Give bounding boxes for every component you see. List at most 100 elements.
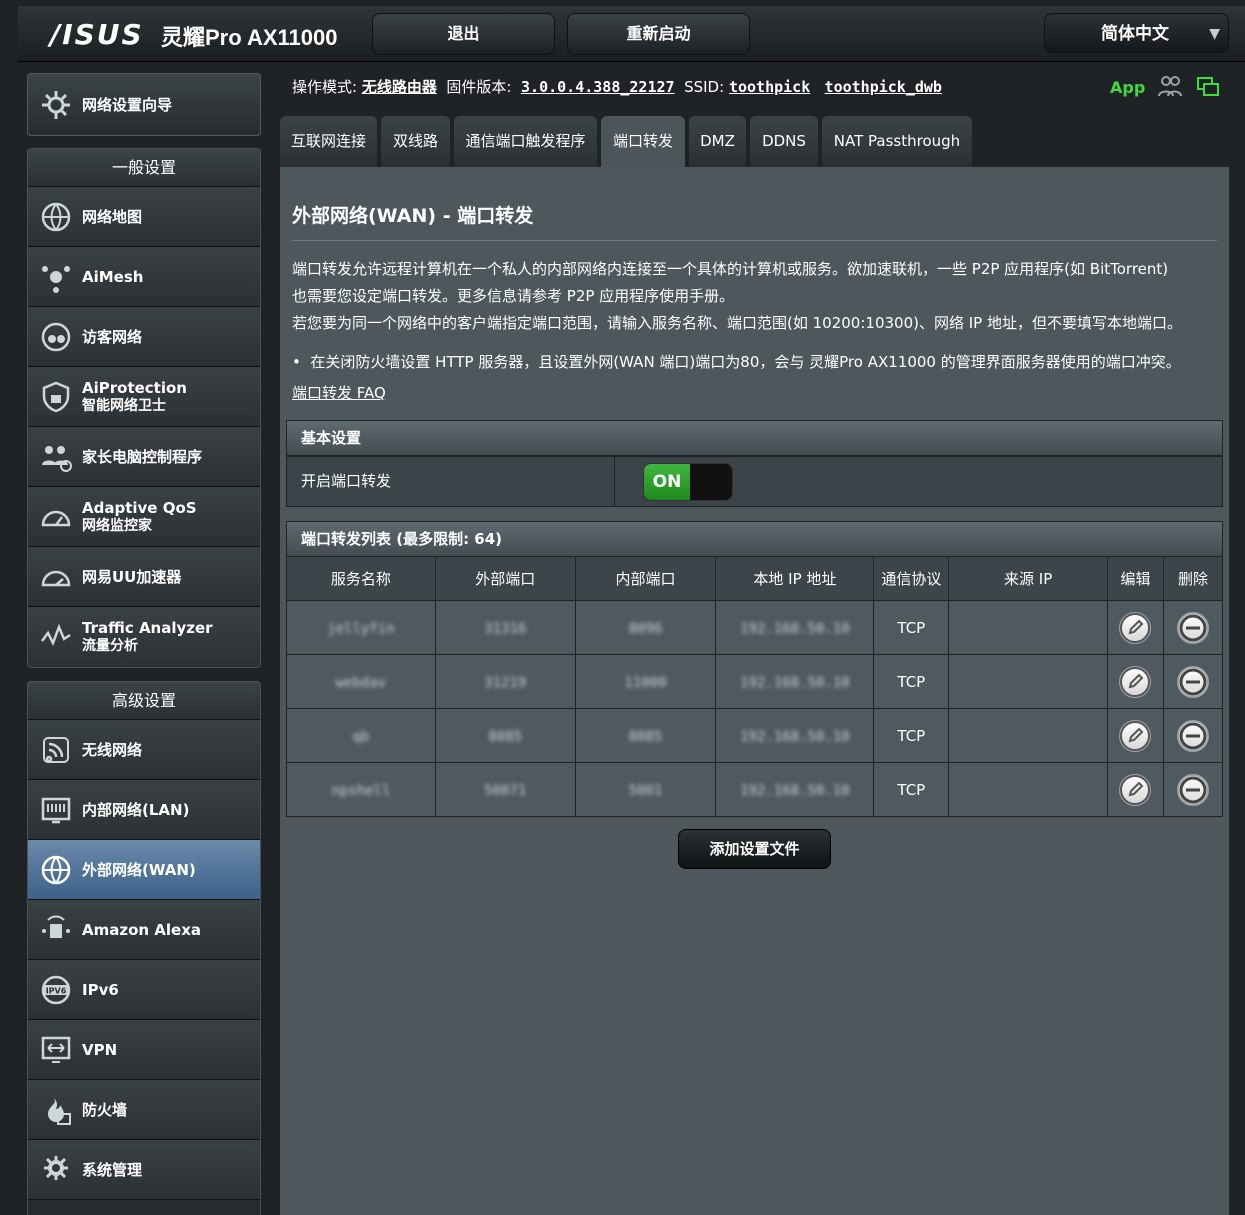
cell-int: 8085 xyxy=(574,708,717,763)
cell-source-ip xyxy=(948,708,1109,763)
tab-dmz[interactable]: DMZ xyxy=(689,116,746,167)
sidebar-item-label: 内部网络(LAN) xyxy=(82,800,190,819)
sidebar-item-lan[interactable]: 内部网络(LAN) xyxy=(28,780,260,840)
tab-nat-passthrough[interactable]: NAT Passthrough xyxy=(822,116,972,167)
tab-ddns[interactable]: DDNS xyxy=(750,116,818,167)
reboot-button[interactable]: 重新启动 xyxy=(567,13,750,55)
delete-icon[interactable] xyxy=(1176,719,1209,752)
network-status-icon[interactable] xyxy=(1196,76,1220,102)
tab-dual-wan[interactable]: 双线路 xyxy=(381,116,450,167)
cell-name: jellyfin xyxy=(286,600,436,655)
table-row: qb 8085 8085 192.168.50.10 TCP xyxy=(286,708,1224,763)
cell-ext: 50071 xyxy=(434,762,576,817)
sidebar-item-ipv6[interactable]: IPV6 IPv6 xyxy=(28,960,260,1020)
cell-protocol: TCP xyxy=(873,762,950,817)
sidebar-item-adaptive-qos[interactable]: Adaptive QoS 网络监控家 xyxy=(28,487,260,547)
cell-edit xyxy=(1107,600,1164,655)
enable-port-forward-label: 开启端口转发 xyxy=(287,457,615,506)
enable-port-forward-row: 开启端口转发 ON xyxy=(286,456,1223,507)
sidebar-item-firewall[interactable]: 防火墙 xyxy=(28,1080,260,1140)
gauge-icon xyxy=(38,499,74,535)
cell-int-value: 8085 xyxy=(628,728,663,745)
sidebar-item-label: 防火墙 xyxy=(82,1100,128,1119)
tab-port-trigger[interactable]: 通信端口触发程序 xyxy=(454,116,597,167)
cell-edit xyxy=(1107,762,1164,817)
delete-icon[interactable] xyxy=(1176,773,1209,806)
sidebar-item-wireless[interactable]: 无线网络 xyxy=(28,720,260,780)
sidebar-item-label: AiProtection 智能网络卫士 xyxy=(82,378,187,414)
sidebar-item-wan[interactable]: 外部网络(WAN) xyxy=(28,840,260,900)
cell-ip-value: 192.168.50.10 xyxy=(740,674,850,691)
port-forward-toggle[interactable]: ON xyxy=(643,463,733,501)
cell-delete xyxy=(1162,762,1224,817)
delete-icon[interactable] xyxy=(1176,665,1209,698)
quick-setup-label: 网络设置向导 xyxy=(82,95,173,114)
cell-delete xyxy=(1162,654,1224,709)
sidebar-item-label: 外部网络(WAN) xyxy=(82,860,196,879)
edit-icon[interactable] xyxy=(1119,665,1152,698)
gear-icon xyxy=(38,1152,74,1188)
cell-name-value: npshell xyxy=(331,782,391,799)
ssid-link-1[interactable]: toothpick xyxy=(729,78,810,96)
toggle-on-label: ON xyxy=(644,464,690,500)
description: 端口转发允许远程计算机在一个私人的内部网络内连接至一个具体的计算机或服务。欲加速… xyxy=(292,256,1222,337)
mode-link[interactable]: 无线路由器 xyxy=(362,78,437,96)
language-select[interactable]: 简体中文 ▼ xyxy=(1044,13,1229,53)
ssid-label: SSID: xyxy=(684,78,725,96)
cell-source-ip xyxy=(948,762,1109,817)
quick-setup-button[interactable]: 网络设置向导 xyxy=(27,73,261,136)
description-line-1: 端口转发允许远程计算机在一个私人的内部网络内连接至一个具体的计算机或服务。欲加速… xyxy=(292,260,1169,278)
alexa-icon xyxy=(38,912,74,948)
cell-int-value: 5001 xyxy=(628,782,663,799)
col-service-name: 服务名称 xyxy=(286,556,436,601)
cell-int: 11000 xyxy=(574,654,717,709)
globe-icon xyxy=(38,852,74,888)
add-profile-button[interactable]: 添加设置文件 xyxy=(678,829,831,869)
sidebar-item-label: 网易UU加速器 xyxy=(82,567,182,586)
firewall-icon xyxy=(38,1092,74,1128)
cell-int: 8096 xyxy=(574,600,717,655)
users-icon[interactable] xyxy=(1158,75,1182,101)
sidebar-item-label: 系统管理 xyxy=(82,1160,143,1179)
tab-internet[interactable]: 互联网连接 xyxy=(280,116,377,167)
lan-icon xyxy=(38,792,74,828)
sidebar-item-guest-network[interactable]: 访客网络 xyxy=(28,307,260,367)
chevron-down-icon: ▼ xyxy=(1209,26,1220,42)
advanced-settings-title: 高级设置 xyxy=(28,682,260,720)
table-header-row: 服务名称 外部端口 内部端口 本地 IP 地址 通信协议 来源 IP 编辑 删除 xyxy=(286,556,1224,601)
model-name: 灵耀Pro AX11000 xyxy=(161,25,338,50)
ssid-link-2[interactable]: toothpick_dwb xyxy=(825,78,942,96)
tab-port-forwarding[interactable]: 端口转发 xyxy=(601,116,685,167)
faq-link[interactable]: 端口转发 FAQ xyxy=(292,382,386,403)
sidebar-item-label: VPN xyxy=(82,1040,118,1059)
delete-icon[interactable] xyxy=(1176,611,1209,644)
language-value: 简体中文 xyxy=(1101,24,1169,44)
mode-label: 操作模式: xyxy=(292,78,358,96)
edit-icon[interactable] xyxy=(1119,719,1152,752)
sidebar-item-aimesh[interactable]: AiMesh xyxy=(28,247,260,307)
cell-ip-value: 192.168.50.10 xyxy=(740,728,850,745)
app-link[interactable]: App xyxy=(1110,78,1145,97)
edit-icon[interactable] xyxy=(1119,611,1152,644)
sidebar-item-uu-accelerator[interactable]: 网易UU加速器 xyxy=(28,547,260,607)
description-line-3: 若您要为同一个网络中的客户端指定端口范围，请输入服务名称、端口范围(如 1020… xyxy=(292,314,1182,332)
family-icon xyxy=(38,439,74,475)
sidebar-item-traffic-analyzer[interactable]: Traffic Analyzer 流量分析 xyxy=(28,607,260,667)
logout-button[interactable]: 退出 xyxy=(372,13,555,55)
sidebar-item-parental-control[interactable]: 家长电脑控制程序 xyxy=(28,427,260,487)
sidebar-item-alexa[interactable]: Amazon Alexa xyxy=(28,900,260,960)
cell-ext-value: 31316 xyxy=(484,620,527,637)
status-info-bar: 操作模式: 无线路由器 固件版本: 3.0.0.4.388_22127 SSID… xyxy=(292,76,942,97)
sidebar-item-vpn[interactable]: VPN xyxy=(28,1020,260,1080)
sidebar-item-administration[interactable]: 系统管理 xyxy=(28,1140,260,1200)
cell-delete xyxy=(1162,708,1224,763)
cell-ip: 192.168.50.10 xyxy=(715,762,875,817)
title-divider xyxy=(292,240,1217,241)
sidebar-item-aiprotection[interactable]: AiProtection 智能网络卫士 xyxy=(28,367,260,427)
sidebar-item-network-map[interactable]: 网络地图 xyxy=(28,187,260,247)
cell-source-ip xyxy=(948,654,1109,709)
cell-ext-value: 8085 xyxy=(488,728,523,745)
sidebar-item-label: IPv6 xyxy=(82,980,119,999)
firmware-link[interactable]: 3.0.0.4.388_22127 xyxy=(521,78,675,96)
edit-icon[interactable] xyxy=(1119,773,1152,806)
